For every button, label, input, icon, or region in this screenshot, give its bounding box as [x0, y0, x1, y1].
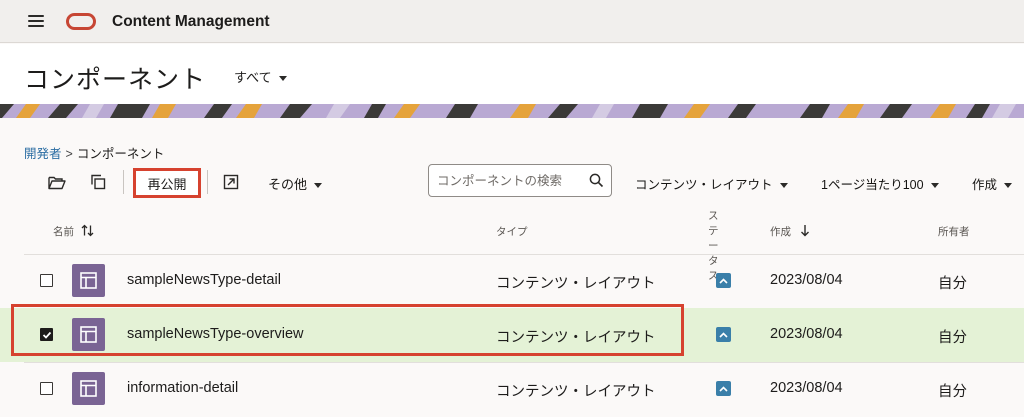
export-button[interactable] [217, 168, 245, 196]
row-checkbox-checked[interactable] [40, 328, 53, 341]
component-name[interactable]: sampleNewsType-overview [127, 326, 303, 342]
decorative-banner [0, 104, 1024, 118]
chevron-down-icon [314, 183, 323, 189]
chevron-down-icon [930, 183, 939, 189]
created-date: 2023/08/04 [770, 326, 843, 342]
component-thumbnail[interactable] [72, 318, 105, 351]
component-type: コンテンツ・レイアウト [496, 384, 656, 400]
component-name[interactable]: sampleNewsType-detail [127, 272, 281, 288]
row-checkbox[interactable] [40, 382, 53, 395]
column-header-owner[interactable]: 所有者 [938, 224, 970, 239]
column-header-created[interactable]: 作成 [770, 224, 810, 239]
content-type-dropdown[interactable]: コンテンツ・レイアウト [635, 174, 788, 193]
column-header-created-label: 作成 [770, 226, 791, 238]
open-button[interactable] [43, 168, 71, 196]
toolbar-divider [123, 170, 124, 194]
breadcrumb-separator: > [65, 147, 73, 161]
chevron-down-icon [1004, 183, 1013, 189]
breadcrumb-link-developer[interactable]: 開発者 [24, 147, 62, 161]
published-status-icon [716, 381, 731, 396]
breadcrumb: 開発者 > コンポーネント [24, 143, 164, 162]
component-type: コンテンツ・レイアウト [496, 330, 656, 346]
component-type: コンテンツ・レイアウト [496, 276, 656, 292]
more-dropdown-label: その他 [268, 177, 308, 192]
layout-icon [80, 272, 97, 289]
per-page-dropdown-label: 1ページ当たり100 [821, 178, 924, 192]
table-row[interactable]: sampleNewsType-detail コンテンツ・レイアウト 2023/0… [0, 254, 1024, 308]
filter-dropdown-label: すべて [234, 70, 272, 85]
hamburger-menu-icon[interactable] [28, 15, 44, 28]
republish-button[interactable]: 再公開 [133, 168, 201, 198]
column-header-name[interactable]: 名前 [53, 224, 94, 239]
component-thumbnail[interactable] [72, 264, 105, 297]
published-status-icon [716, 273, 731, 288]
more-dropdown[interactable]: その他 [268, 174, 323, 193]
owner: 自分 [938, 330, 967, 346]
sort-both-icon [81, 224, 94, 237]
table-row[interactable]: information-detail コンテンツ・レイアウト 2023/08/0… [0, 362, 1024, 416]
folder-open-icon [48, 176, 66, 189]
filter-dropdown[interactable]: すべて [234, 67, 287, 86]
component-name[interactable]: information-detail [127, 380, 238, 396]
breadcrumb-current: コンポーネント [76, 147, 165, 161]
banner-pattern [0, 104, 1024, 118]
app-title: Content Management [112, 13, 270, 30]
sort-descending-icon [800, 225, 809, 237]
create-dropdown-label: 作成 [972, 178, 998, 192]
page-header: コンポーネント すべて [0, 44, 1024, 104]
main-content: 開発者>コンポーネント 再公開 その他 コンテンツ・レイアウト 1ページ当たり1… [0, 118, 1024, 417]
toolbar-divider [207, 170, 208, 194]
table-row-selected[interactable]: sampleNewsType-overview コンテンツ・レイアウト 2023… [0, 308, 1024, 362]
search-input[interactable] [437, 172, 585, 190]
external-link-icon [223, 174, 239, 190]
content-type-dropdown-label: コンテンツ・レイアウト [635, 178, 773, 192]
chevron-down-icon [278, 76, 287, 82]
owner: 自分 [938, 384, 967, 400]
checkmark-icon [42, 331, 51, 339]
layout-icon [80, 380, 97, 397]
search-icon[interactable] [589, 173, 604, 193]
column-header-name-label: 名前 [53, 226, 74, 238]
copy-button[interactable] [84, 168, 112, 196]
component-thumbnail[interactable] [72, 372, 105, 405]
created-date: 2023/08/04 [770, 272, 843, 288]
search-box [428, 164, 612, 197]
create-dropdown[interactable]: 作成 [972, 174, 1013, 193]
per-page-dropdown[interactable]: 1ページ当たり100 [821, 174, 939, 193]
page-title: コンポーネント [24, 66, 207, 94]
layout-icon [80, 326, 97, 343]
created-date: 2023/08/04 [770, 380, 843, 396]
top-bar: Content Management [0, 0, 1024, 43]
chevron-down-icon [779, 183, 788, 189]
row-checkbox[interactable] [40, 274, 53, 287]
published-status-icon [716, 327, 731, 342]
column-header-type[interactable]: タイプ [496, 224, 528, 239]
owner: 自分 [938, 276, 967, 292]
oracle-logo-icon [66, 13, 96, 30]
copy-icon [91, 174, 106, 190]
